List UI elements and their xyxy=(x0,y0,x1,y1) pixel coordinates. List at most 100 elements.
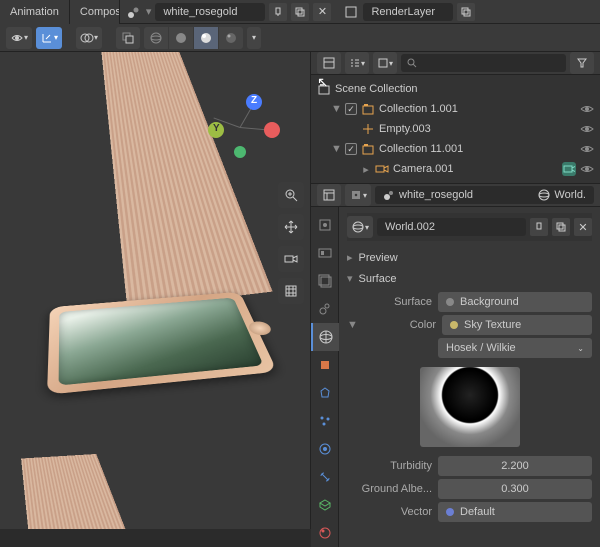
tree-row[interactable]: ▸ Camera.001 xyxy=(311,159,600,179)
editor-type-icon[interactable] xyxy=(317,52,341,74)
world-selector: ▾ World.002 ✕ xyxy=(347,213,592,241)
xray-toggle[interactable] xyxy=(116,27,140,49)
new-world-icon[interactable] xyxy=(552,218,570,236)
viewlayer-label: RenderLayer xyxy=(371,6,435,18)
ground-albedo-slider[interactable]: 0.300 xyxy=(438,479,592,499)
properties-header: ▾ white_rosegold World. xyxy=(311,184,600,207)
ground-albedo-row: Ground Albe... 0.300 xyxy=(347,479,592,499)
new-scene-icon[interactable] xyxy=(291,3,309,21)
move-tool-icon[interactable] xyxy=(278,214,304,240)
3d-viewport[interactable]: Z Y xyxy=(0,52,310,529)
dropdown-icon[interactable]: ▾ xyxy=(146,5,152,18)
expand-icon[interactable]: ▼ xyxy=(347,319,357,331)
outliner-tree: Scene Collection ▼ Collection 1.001 Empt… xyxy=(311,75,600,184)
preview-panel-header[interactable]: ▸ Preview xyxy=(347,247,592,268)
navigation-gizmo[interactable]: Z Y xyxy=(200,92,280,162)
unlink-world-icon[interactable]: ✕ xyxy=(574,218,592,236)
outliner-search[interactable] xyxy=(401,54,566,72)
collection-checkbox[interactable] xyxy=(345,103,357,115)
surface-field[interactable]: Background xyxy=(438,292,592,312)
camera-view-icon[interactable] xyxy=(278,246,304,272)
scene-name-field[interactable]: white_rosegold xyxy=(155,3,265,21)
collection-checkbox[interactable] xyxy=(345,143,357,155)
overlay-toggle[interactable]: ▾ xyxy=(76,27,102,49)
shading-solid[interactable] xyxy=(169,27,193,49)
properties-editor-icon[interactable] xyxy=(317,184,341,206)
turbidity-slider[interactable]: 2.200 xyxy=(438,456,592,476)
tree-label: Camera.001 xyxy=(393,163,558,175)
axis-neg[interactable] xyxy=(234,146,246,158)
axis-z[interactable]: Z xyxy=(246,94,262,110)
disclosure-triangle-icon[interactable]: ▸ xyxy=(361,163,371,176)
axis-x[interactable] xyxy=(264,122,280,138)
data-tab-icon[interactable] xyxy=(311,491,339,519)
scene-collection-label: Scene Collection xyxy=(335,83,594,95)
shading-rendered[interactable] xyxy=(219,27,243,49)
material-tab-icon[interactable] xyxy=(311,519,339,547)
color-row: ▼ Color Sky Texture xyxy=(347,315,592,335)
filter-icon[interactable] xyxy=(570,52,594,74)
browse-scene-icon[interactable] xyxy=(126,4,142,20)
physics-tab-icon[interactable] xyxy=(311,435,339,463)
view-dropdown[interactable]: ▾ xyxy=(373,52,397,74)
constraints-tab-icon[interactable] xyxy=(311,463,339,491)
visibility-eye-icon[interactable] xyxy=(580,144,594,154)
display-mode-dropdown[interactable]: ▾ xyxy=(345,52,369,74)
breadcrumb[interactable]: white_rosegold World. xyxy=(375,186,594,204)
color-field[interactable]: Sky Texture xyxy=(442,315,592,335)
pin-icon[interactable] xyxy=(269,3,287,21)
shading-material[interactable] xyxy=(194,27,218,49)
tree-row[interactable]: ▼ Collection 1.001 xyxy=(311,99,600,119)
color-value: Sky Texture xyxy=(464,319,521,331)
sky-model-dropdown[interactable]: Hosek / Wilkie ⌄ xyxy=(438,338,592,358)
world-tab-icon[interactable] xyxy=(311,323,339,351)
tree-row[interactable]: ▼ Collection 11.001 xyxy=(311,139,600,159)
vector-field[interactable]: Default xyxy=(438,502,592,522)
fake-user-icon[interactable] xyxy=(530,218,548,236)
viewlayer-field[interactable]: RenderLayer xyxy=(363,3,453,21)
right-panel: ▾ ▾ ↖ Scene Collection ▼ Collection 1.00… xyxy=(310,52,600,529)
selectability-dropdown[interactable]: ▾ xyxy=(6,27,32,49)
scene-tab-icon[interactable] xyxy=(311,295,339,323)
world-name-field[interactable]: World.002 xyxy=(377,218,526,236)
viewport-side-tools xyxy=(278,182,304,304)
shading-wireframe[interactable] xyxy=(144,27,168,49)
sky-preview[interactable] xyxy=(347,361,592,453)
surface-row: Surface Background xyxy=(347,292,592,312)
particles-tab-icon[interactable] xyxy=(311,407,339,435)
collection-icon xyxy=(361,102,375,116)
viewlayer-icon[interactable] xyxy=(343,4,359,20)
scene-collection-row[interactable]: Scene Collection xyxy=(311,79,600,99)
delete-scene-icon[interactable]: ✕ xyxy=(313,3,331,21)
modifier-tab-icon[interactable] xyxy=(311,379,339,407)
world-browse-icon[interactable]: ▾ xyxy=(347,216,373,238)
new-viewlayer-icon[interactable] xyxy=(457,3,475,21)
visibility-eye-icon[interactable] xyxy=(580,104,594,114)
render-tab-icon[interactable] xyxy=(311,211,339,239)
empty-icon xyxy=(361,122,375,136)
zoom-tool-icon[interactable] xyxy=(278,182,304,208)
gizmo-toggle[interactable]: ▾ xyxy=(36,27,62,49)
surface-panel-header[interactable]: ▾ Surface xyxy=(347,268,592,289)
viewlayer-tab-icon[interactable] xyxy=(311,267,339,295)
viewport-toolbar: ▾ ▾ ▾ ▾ xyxy=(0,24,600,52)
perspective-toggle-icon[interactable] xyxy=(278,278,304,304)
chevron-down-icon: ▾ xyxy=(347,272,353,285)
surface-value: Background xyxy=(460,296,519,308)
preview-label: Preview xyxy=(359,252,398,264)
properties-sync-icon[interactable]: ▾ xyxy=(345,184,371,206)
tab-animation[interactable]: Animation xyxy=(0,0,70,24)
disclosure-triangle-icon[interactable]: ▼ xyxy=(331,143,341,155)
surface-label: Surface xyxy=(347,296,432,308)
turbidity-value: 2.200 xyxy=(501,460,529,472)
tree-row[interactable]: Empty.003 xyxy=(311,119,600,139)
visibility-eye-icon[interactable] xyxy=(580,124,594,134)
tab-compositing[interactable]: Compositi xyxy=(70,0,120,24)
disclosure-triangle-icon[interactable]: ▼ xyxy=(331,103,341,115)
turbidity-row: Turbidity 2.200 xyxy=(347,456,592,476)
axis-y[interactable]: Y xyxy=(208,122,224,138)
shading-options-dropdown[interactable]: ▾ xyxy=(247,27,261,49)
object-tab-icon[interactable] xyxy=(311,351,339,379)
visibility-eye-icon[interactable] xyxy=(580,164,594,174)
output-tab-icon[interactable] xyxy=(311,239,339,267)
